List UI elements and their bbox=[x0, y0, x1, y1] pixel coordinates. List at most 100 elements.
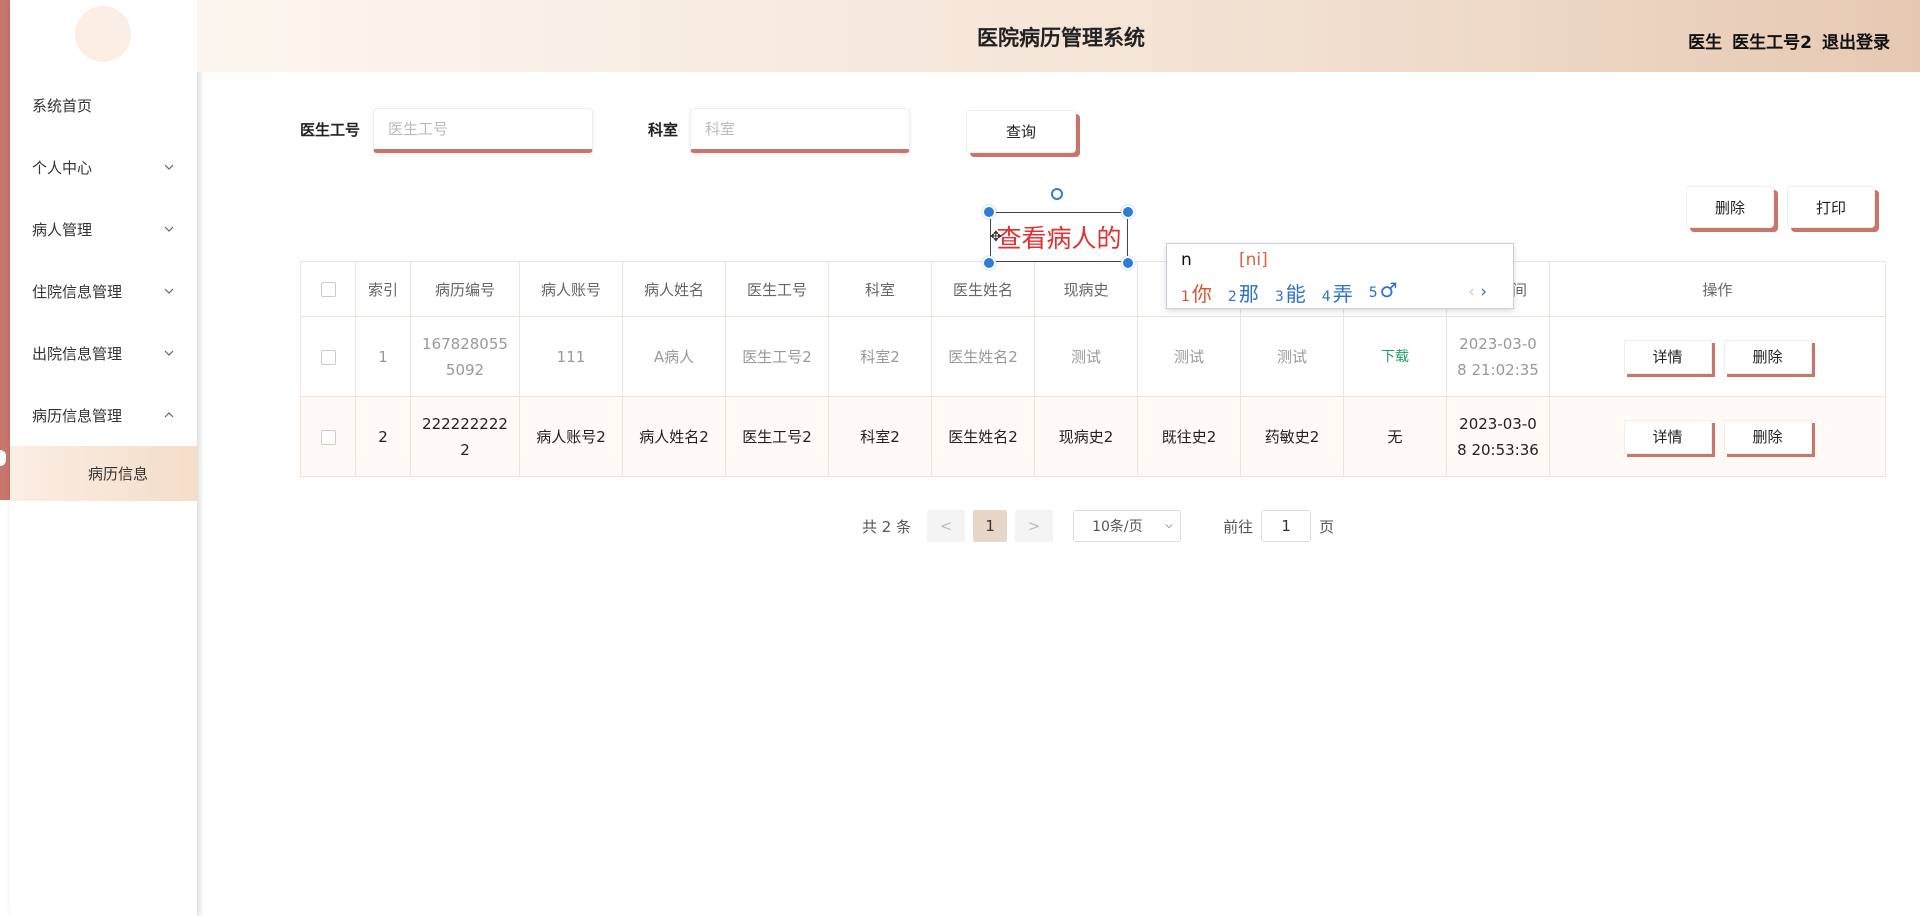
top-header: 医院病历管理系统 医生 医生工号2 退出登录 bbox=[197, 0, 1920, 72]
medical-record-table: 索引 病历编号 病人账号 病人姓名 医生工号 科室 医生姓名 现病史 间 操作 … bbox=[300, 261, 1886, 477]
ime-candidate[interactable]: 2那 bbox=[1228, 278, 1259, 307]
sidebar-item-personal-center[interactable]: 个人中心 bbox=[10, 136, 197, 198]
sidebar-item-patient-management[interactable]: 病人管理 bbox=[10, 198, 197, 260]
ime-candidate-char: 弄 bbox=[1333, 282, 1353, 306]
ime-candidate[interactable]: 5♂ bbox=[1369, 278, 1398, 307]
table-row: 2 2222222222 病人账号2 病人姓名2 医生工号2 科室2 医生姓名2… bbox=[301, 397, 1886, 477]
goto-label: 前往 bbox=[1223, 516, 1253, 537]
column-header: 操作 bbox=[1550, 262, 1886, 317]
move-cursor-icon: ✥ bbox=[990, 229, 1002, 245]
ime-candidate-char: 能 bbox=[1286, 282, 1306, 306]
doctor-id-input[interactable] bbox=[373, 108, 593, 153]
row-delete-button[interactable]: 删除 bbox=[1724, 420, 1812, 454]
sidebar-item-label: 出院信息管理 bbox=[32, 343, 122, 364]
table-row: 1 1678280555092 111 A病人 医生工号2 科室2 医生姓名2 … bbox=[301, 317, 1886, 397]
query-button[interactable]: 查询 bbox=[966, 110, 1076, 153]
cell-patient-name: A病人 bbox=[623, 317, 726, 397]
download-link[interactable]: 下载 bbox=[1381, 349, 1409, 365]
ime-candidates: 1你 2那 3能 4弄 5♂ bbox=[1181, 278, 1398, 307]
close-icon[interactable] bbox=[1121, 205, 1135, 219]
cell-present-history: 测试 bbox=[1035, 317, 1138, 397]
ime-candidate-popup: n [ni] 1你 2那 3能 4弄 5♂ ‹ › bbox=[1166, 243, 1514, 309]
ime-candidate-char: ♂ bbox=[1380, 278, 1398, 302]
row-checkbox[interactable] bbox=[321, 430, 336, 445]
cell-doctor-no: 医生工号2 bbox=[726, 397, 829, 477]
ime-candidate-num: 4 bbox=[1322, 289, 1331, 305]
ime-candidate-num: 2 bbox=[1228, 289, 1237, 305]
cell-past-history: 既往史2 bbox=[1138, 397, 1241, 477]
ime-candidate-char: 那 bbox=[1239, 282, 1259, 306]
column-header: 病人账号 bbox=[520, 262, 623, 317]
cell-patient-account: 111 bbox=[520, 317, 623, 397]
sidebar-item-label: 个人中心 bbox=[32, 157, 92, 178]
chevron-up-icon bbox=[163, 409, 175, 421]
cell-time: 2023-03-08 21:02:35 bbox=[1447, 317, 1550, 397]
batch-delete-button[interactable]: 删除 bbox=[1686, 186, 1774, 228]
pagination: 共 2 条 < 1 > 10条/页 前往 页 bbox=[862, 510, 1334, 542]
pagination-current-page[interactable]: 1 bbox=[973, 510, 1007, 542]
sidebar-item-home[interactable]: 系统首页 bbox=[10, 74, 197, 136]
annotation-textbox[interactable]: 查看病人的 bbox=[990, 212, 1128, 262]
sidebar-item-label: 系统首页 bbox=[32, 95, 92, 116]
resize-handle-bottom-right[interactable] bbox=[1121, 256, 1135, 270]
cell-time: 2023-03-08 20:53:36 bbox=[1447, 397, 1550, 477]
department-label: 科室 bbox=[648, 119, 678, 140]
detail-button[interactable]: 详情 bbox=[1624, 420, 1712, 454]
cell-time-text: 2023-03-08 21:02:35 bbox=[1455, 331, 1541, 383]
row-checkbox[interactable] bbox=[321, 350, 336, 365]
logout-link[interactable]: 退出登录 bbox=[1822, 28, 1890, 53]
cell-present-history: 现病史2 bbox=[1035, 397, 1138, 477]
resize-handle-top-left[interactable] bbox=[982, 205, 996, 219]
table-header-row: 索引 病历编号 病人账号 病人姓名 医生工号 科室 医生姓名 现病史 间 操作 bbox=[301, 262, 1886, 317]
cell-actions: 详情删除 bbox=[1550, 397, 1886, 477]
chevron-right-icon[interactable]: › bbox=[1480, 282, 1487, 302]
page-size-value: 10条/页 bbox=[1092, 516, 1143, 536]
ime-candidate-num: 1 bbox=[1181, 289, 1190, 305]
sidebar-subitem-label: 病历信息 bbox=[88, 463, 148, 484]
user-name: 医生工号2 bbox=[1732, 28, 1812, 53]
chevron-down-icon bbox=[163, 161, 175, 173]
ime-candidate[interactable]: 1你 bbox=[1181, 278, 1212, 307]
chevron-left-icon[interactable]: ‹ bbox=[1468, 282, 1475, 302]
pagination-prev-button[interactable]: < bbox=[927, 510, 965, 542]
department-input[interactable] bbox=[690, 108, 910, 153]
ime-candidate[interactable]: 3能 bbox=[1275, 278, 1306, 307]
chevron-down-icon bbox=[163, 347, 175, 359]
cell-record-no: 2222222222 bbox=[411, 397, 520, 477]
cell-doctor-name: 医生姓名2 bbox=[932, 317, 1035, 397]
sidebar: 系统首页 个人中心 病人管理 住院信息管理 出院信息管理 病历信息管理 bbox=[10, 0, 197, 916]
column-header: 病历编号 bbox=[411, 262, 520, 317]
sidebar-subitem-medical-record-info[interactable]: 病历信息 bbox=[10, 446, 197, 501]
cell-patient-name: 病人姓名2 bbox=[623, 397, 726, 477]
sidebar-item-admission-management[interactable]: 住院信息管理 bbox=[10, 260, 197, 322]
ime-candidate-num: 3 bbox=[1275, 289, 1284, 305]
select-all-checkbox[interactable] bbox=[321, 282, 336, 297]
ime-candidate[interactable]: 4弄 bbox=[1322, 278, 1353, 307]
left-accent-strip bbox=[0, 0, 10, 500]
column-header: 现病史 bbox=[1035, 262, 1138, 317]
row-delete-button[interactable]: 删除 bbox=[1724, 340, 1812, 374]
rotate-handle[interactable] bbox=[1051, 188, 1063, 200]
cell-file: 下载 bbox=[1344, 317, 1447, 397]
resize-handle-bottom-left[interactable] bbox=[982, 256, 996, 270]
page-size-select[interactable]: 10条/页 bbox=[1073, 510, 1181, 542]
cell-actions: 详情删除 bbox=[1550, 317, 1886, 397]
goto-page-input[interactable] bbox=[1261, 510, 1311, 542]
app-root: 系统首页 个人中心 病人管理 住院信息管理 出院信息管理 病历信息管理 bbox=[0, 0, 1920, 916]
row-select-cell bbox=[301, 397, 356, 477]
sidebar-item-medical-record-management[interactable]: 病历信息管理 bbox=[10, 384, 197, 446]
pagination-next-button[interactable]: > bbox=[1015, 510, 1053, 542]
select-all-cell bbox=[301, 262, 356, 317]
print-button[interactable]: 打印 bbox=[1787, 186, 1875, 228]
row-select-cell bbox=[301, 317, 356, 397]
page-suffix: 页 bbox=[1319, 516, 1334, 537]
cell-record-no-text: 2222222222 bbox=[421, 411, 509, 463]
column-header: 医生姓名 bbox=[932, 262, 1035, 317]
cell-doctor-no: 医生工号2 bbox=[726, 317, 829, 397]
cell-file: 无 bbox=[1344, 397, 1447, 477]
sidebar-item-discharge-management[interactable]: 出院信息管理 bbox=[10, 322, 197, 384]
detail-button[interactable]: 详情 bbox=[1624, 340, 1712, 374]
cell-record-no-text: 1678280555092 bbox=[421, 331, 509, 383]
doctor-id-label: 医生工号 bbox=[300, 119, 360, 140]
avatar bbox=[75, 6, 131, 62]
